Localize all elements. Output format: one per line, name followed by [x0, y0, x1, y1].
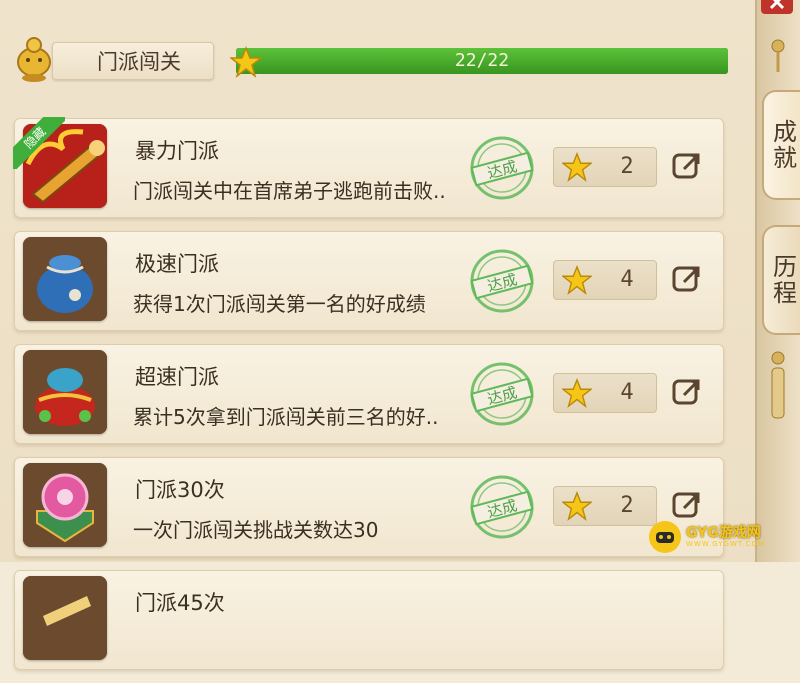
reward-box: 2	[553, 147, 657, 187]
reward-points: 4	[620, 267, 634, 292]
star-icon	[562, 491, 592, 521]
achievement-title: 门派45次	[135, 591, 225, 615]
star-icon	[562, 378, 592, 408]
stamp-label: 达成	[485, 270, 519, 295]
tab-achievement[interactable]: 成就	[762, 90, 800, 200]
watermark-text: GYG游戏网	[686, 525, 761, 541]
hidden-badge: 隐藏	[13, 117, 65, 169]
star-icon	[562, 152, 592, 182]
achievement-card: 极速门派 获得1次门派闯关第一名的好成绩 达成 4	[14, 231, 724, 331]
crystal-orb-icon	[23, 463, 107, 547]
category-title: 门派闯关	[52, 42, 214, 80]
share-icon[interactable]	[670, 375, 704, 409]
completed-stamp-icon: 达成	[470, 362, 534, 426]
reward-points: 2	[620, 493, 634, 518]
progress-bar: 22/22	[236, 48, 728, 74]
achievement-card: 门派30次 一次门派闯关挑战关数达30 达成 2	[14, 457, 724, 557]
share-icon[interactable]	[670, 488, 704, 522]
stamp-label: 达成	[485, 496, 519, 521]
tab-history[interactable]: 历程	[762, 225, 800, 335]
reward-points: 2	[620, 154, 634, 179]
achievement-title: 极速门派	[135, 252, 219, 276]
progress-text: 22/22	[454, 50, 510, 71]
close-icon[interactable]	[757, 0, 797, 18]
stamp-label: 达成	[485, 383, 519, 408]
progress-star-icon	[230, 46, 262, 78]
achievement-title: 超速门派	[135, 365, 219, 389]
achievement-title: 门派30次	[135, 478, 225, 502]
achievement-card: 隐藏 暴力门派 门派闯关中在首席弟子逃跑前击败.. 达成 2	[13, 117, 724, 218]
completed-stamp-icon: 达成	[470, 136, 534, 200]
completed-stamp-icon: 达成	[470, 475, 534, 539]
achievement-card: 超速门派 累计5次拿到门派闯关前三名的好.. 达成 4	[14, 344, 724, 444]
achievement-card: 门派45次	[14, 570, 724, 670]
hidden-badge-label: 隐藏	[13, 117, 65, 169]
reward-box: 4	[553, 373, 657, 413]
reward-box: 2	[553, 486, 657, 526]
reward-points: 4	[620, 380, 634, 405]
gamepad-logo-icon	[649, 521, 681, 553]
completed-stamp-icon: 达成	[470, 249, 534, 313]
reward-box: 4	[553, 260, 657, 300]
treasure-bag-icon	[23, 350, 107, 434]
watermark-subtext: WWW.GYGWT.COM	[686, 540, 765, 548]
watermark: GYG游戏网 WWW.GYGWT.COM	[648, 520, 798, 556]
tassel-ornament-icon	[771, 351, 785, 419]
star-icon	[562, 265, 592, 295]
achievement-list: 隐藏 暴力门派 门派闯关中在首席弟子逃跑前击败.. 达成 2 极速门派 获得1次门派闯关第一…	[13, 117, 724, 683]
scroll-icon	[23, 576, 107, 660]
achievement-title: 暴力门派	[135, 139, 219, 163]
share-icon[interactable]	[670, 262, 704, 296]
pouch-icon	[23, 237, 107, 321]
tassel-ornament-icon	[771, 39, 785, 72]
share-icon[interactable]	[670, 149, 704, 183]
stamp-label: 达成	[485, 157, 519, 182]
category-header: 门派闯关 22/22	[0, 37, 740, 88]
